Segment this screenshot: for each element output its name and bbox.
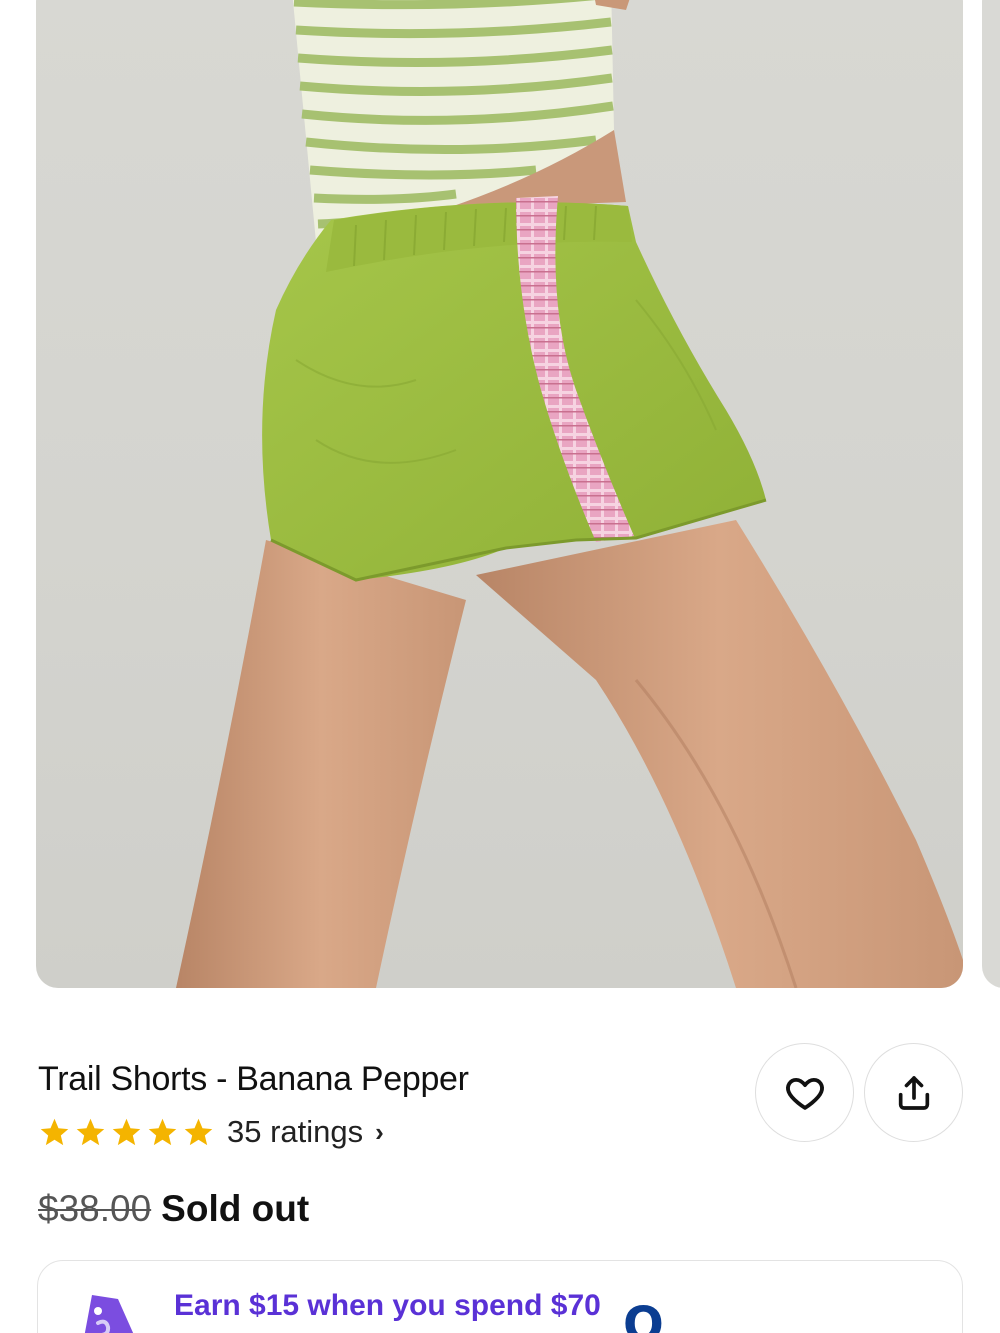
price-row: $38.00 Sold out xyxy=(38,1188,309,1230)
star-icon xyxy=(112,1118,141,1145)
partner-logo: O xyxy=(623,1297,664,1333)
rewards-promo-card[interactable]: Earn $15 when you spend $70 O xyxy=(37,1260,963,1333)
product-image-carousel[interactable] xyxy=(0,0,1000,990)
next-image-peek[interactable] xyxy=(982,0,1000,988)
product-photo-illustration xyxy=(176,0,963,988)
star-icon xyxy=(184,1118,213,1145)
rating-row[interactable]: 35 ratings › xyxy=(38,1114,384,1150)
product-title: Trail Shorts - Banana Pepper xyxy=(38,1060,469,1098)
product-image[interactable] xyxy=(36,0,963,988)
product-info: Trail Shorts - Banana Pepper 35 ratings … xyxy=(0,990,1000,1333)
ratings-link[interactable]: 35 ratings › xyxy=(227,1114,384,1150)
price-tag-icon xyxy=(84,1295,134,1333)
ratings-count-label: 35 ratings xyxy=(227,1114,364,1149)
star-icon xyxy=(76,1118,105,1145)
promo-text: Earn $15 when you spend $70 xyxy=(174,1289,601,1322)
favorite-button[interactable] xyxy=(755,1043,854,1142)
share-icon xyxy=(898,1075,929,1110)
rating-stars xyxy=(38,1116,215,1149)
star-icon xyxy=(148,1118,177,1145)
heart-icon xyxy=(785,1077,824,1110)
chevron-right-icon: › xyxy=(375,1116,384,1147)
sold-out-label: Sold out xyxy=(161,1188,310,1229)
share-button[interactable] xyxy=(864,1043,963,1142)
product-page: Trail Shorts - Banana Pepper 35 ratings … xyxy=(0,0,1000,1333)
original-price: $38.00 xyxy=(38,1188,152,1229)
star-icon xyxy=(40,1118,69,1145)
